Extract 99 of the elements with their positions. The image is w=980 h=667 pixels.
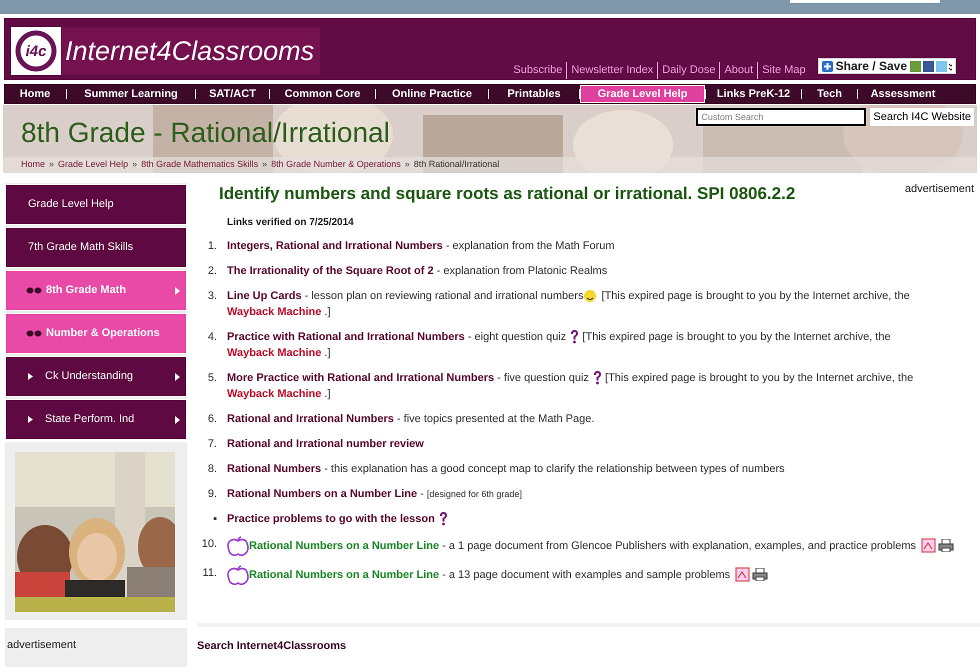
bullet-icon <box>28 416 33 423</box>
archive-note-end: .] <box>323 346 331 358</box>
apple-icon <box>227 536 249 556</box>
link-description: - five topics presented at the Math Page. <box>396 412 594 424</box>
nav-link[interactable]: Summer Learning <box>67 85 195 103</box>
sidebar-item[interactable]: 7th Grade Math Skills <box>5 227 187 268</box>
resource-link[interactable]: Rational and Irrational Numbers <box>227 412 394 424</box>
nav-link[interactable]: Assessment <box>858 85 948 103</box>
wayback-link[interactable]: Wayback Machine <box>227 388 322 400</box>
list-number: 8. <box>206 462 218 476</box>
wayback-link[interactable]: Wayback Machine <box>227 306 322 318</box>
breadcrumb-link[interactable]: Home <box>21 158 46 172</box>
link-description: - explanation from Platonic Realms <box>436 264 608 276</box>
breadcrumb-separator: » <box>404 158 410 171</box>
eyes-icon <box>26 287 42 294</box>
nav-link[interactable]: Links PreK-12 <box>706 85 801 103</box>
list-number: 7. <box>206 436 218 452</box>
share-button[interactable]: Share / Save <box>818 58 956 74</box>
list-number: 3. <box>206 288 218 304</box>
page-heading: Identify numbers and square roots as rational or irrational. SPI 0806.2.2 <box>219 183 796 205</box>
verified-date: Links verified on 7/25/2014 <box>227 216 355 230</box>
grade-note: [designed for 6th grade] <box>426 488 522 498</box>
nav-link[interactable]: Grade Level Help <box>580 85 705 103</box>
breadcrumb-link[interactable]: 8th Grade Number & Operations <box>271 158 401 172</box>
header-link[interactable]: Newsletter Index <box>567 62 658 78</box>
smiley-icon <box>583 288 598 303</box>
breadcrumb-link[interactable]: 8th Grade Mathematics Skills <box>141 158 258 172</box>
link-description: - explanation from the Math Forum <box>444 240 615 252</box>
link-description: - eight question quiz <box>466 330 566 342</box>
printer-icon <box>752 568 768 581</box>
list-number: 4. <box>206 330 218 344</box>
printer-icon <box>938 539 954 552</box>
archive-note: [This expired page is brought to you by the Internet archive, the <box>581 330 891 342</box>
header-link[interactable]: Daily Dose <box>658 62 720 78</box>
page-title: 8th Grade - Rational/Irrational <box>21 119 390 147</box>
question-mark-icon <box>592 370 602 386</box>
list-number: 2. <box>206 264 218 278</box>
nav-link[interactable]: Printables <box>489 85 579 103</box>
eyes-icon <box>26 330 42 337</box>
section-heading: Search Internet4Classrooms <box>197 638 348 654</box>
link-description: - a 1 page document from Glencoe Publishers with explanation, examples, and practice problems <box>441 539 916 552</box>
social-icons-drawing <box>910 60 952 72</box>
header-link[interactable]: Subscribe <box>509 62 568 78</box>
search-field[interactable]: Custom Search <box>696 108 866 126</box>
link-description: - this explanation has a good concept map to clarify the relationship between types of numbers <box>323 462 785 474</box>
bullet-icon <box>28 373 33 380</box>
header-link[interactable]: Site Map <box>758 62 810 78</box>
header-link[interactable]: About <box>720 62 758 78</box>
nav-link[interactable]: Online Practice <box>376 85 488 103</box>
nav-link[interactable]: Tech <box>802 85 857 103</box>
list-number: 10. <box>200 536 218 552</box>
nav-link[interactable]: SAT/ACT <box>196 85 269 103</box>
document-icon <box>921 538 936 553</box>
search-button[interactable]: Search I4C Website <box>870 108 974 126</box>
sidebar-item[interactable]: State Perform. Ind <box>5 399 187 440</box>
sidebar-item[interactable]: Ck Understanding <box>5 356 187 397</box>
resource-link[interactable]: Rational Numbers on a Number Line <box>249 568 440 580</box>
nav-link[interactable]: Common Core <box>270 85 375 103</box>
breadcrumb-link[interactable]: 8th Rational/Irrational <box>414 158 500 172</box>
resource-link[interactable]: Practice with Rational and Irrational Numbers <box>227 330 465 342</box>
list-number: 9. <box>206 486 218 502</box>
archive-note-end: .] <box>323 306 331 318</box>
resource-link[interactable]: Integers, Rational and Irrational Numbers <box>227 240 443 252</box>
breadcrumb-link[interactable]: Grade Level Help <box>58 158 128 172</box>
resource-link[interactable]: Rational Numbers on a Number Line <box>249 539 440 552</box>
link-description: - lesson plan on reviewing rational and irrational numbers <box>304 290 584 302</box>
site-logo-text[interactable]: Internet4Classrooms <box>65 38 314 64</box>
list-number: ▪ <box>212 512 218 526</box>
resource-link[interactable]: Rational Numbers on a Number Line <box>227 488 418 500</box>
resource-link[interactable]: Rational Numbers <box>227 462 322 474</box>
nav-link[interactable]: Home <box>4 85 66 103</box>
resource-link[interactable]: More Practice with Rational and Irrational Numbers <box>227 372 494 384</box>
sidebar-item[interactable]: Grade Level Help <box>5 184 187 225</box>
list-number: 5. <box>206 370 218 386</box>
link-description: - five question quiz <box>496 372 589 384</box>
breadcrumb-separator: » <box>49 158 54 171</box>
archive-note: [This expired page is brought to you by the Internet archive, the <box>604 372 914 384</box>
list-number: 11. <box>202 566 218 580</box>
resource-link[interactable]: Line Up Cards <box>227 290 302 302</box>
list-number: 1. <box>206 238 218 254</box>
question-mark-icon <box>438 511 448 526</box>
resource-link[interactable]: The Irrationality of the Square Root of 2 <box>227 264 434 276</box>
plus-icon <box>822 60 833 72</box>
advertisement-label: advertisement <box>7 639 76 651</box>
advertisement-label: advertisement <box>904 182 974 197</box>
link-description: - a 13 page document with examples and sample problems <box>441 568 730 580</box>
breadcrumb-separator: » <box>132 158 138 171</box>
link-description: - <box>419 488 425 500</box>
resource-link[interactable]: Practice problems to go with the lesson <box>227 512 435 524</box>
wayback-link[interactable]: Wayback Machine <box>227 346 322 358</box>
breadcrumb-separator: » <box>262 158 268 171</box>
archive-note-end: .] <box>323 388 331 400</box>
apple-icon <box>227 564 249 584</box>
list-number: 6. <box>206 412 218 426</box>
resource-link[interactable]: Rational and Irrational number review <box>227 438 424 450</box>
logo-icon: i4c <box>11 27 61 75</box>
archive-note: [This expired page is brought to you by the Internet archive, the <box>600 290 910 302</box>
question-mark-icon <box>569 329 580 344</box>
document-icon <box>735 567 750 582</box>
